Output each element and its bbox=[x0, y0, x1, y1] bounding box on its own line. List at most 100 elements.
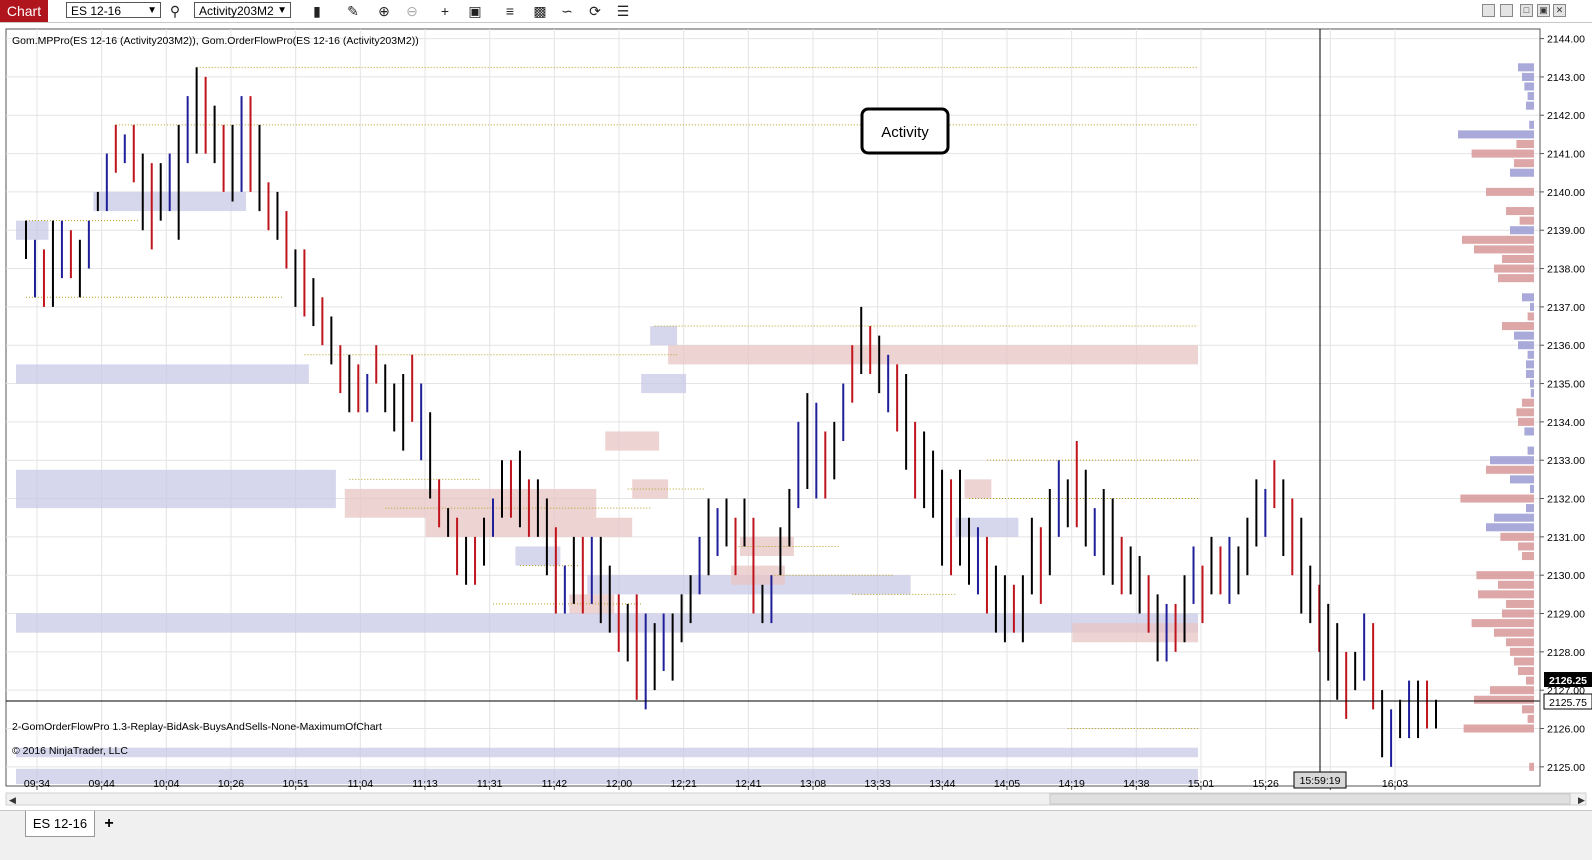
price-tick-label: 2136.00 bbox=[1547, 340, 1585, 352]
activity-annotation-label: Activity bbox=[881, 124, 929, 141]
price-tick-label: 2128.00 bbox=[1547, 647, 1585, 659]
profile-row bbox=[1474, 695, 1534, 704]
sell-zone bbox=[668, 345, 1199, 365]
sell-zone bbox=[1072, 623, 1199, 643]
time-tick-label: 11:04 bbox=[348, 778, 374, 790]
time-tick-label: 10:51 bbox=[283, 778, 309, 790]
price-tick-label: 2139.00 bbox=[1547, 225, 1585, 237]
tab-es-12-16[interactable]: ES 12-16 bbox=[25, 811, 95, 837]
restore-icon[interactable]: □ bbox=[1520, 4, 1533, 17]
profile-row bbox=[1519, 216, 1534, 225]
chart-panel[interactable]: Gom.MPPro(ES 12-16 (Activity203M2)), Gom… bbox=[0, 22, 1592, 810]
close-icon[interactable]: ✕ bbox=[1553, 4, 1566, 17]
profile-row bbox=[1529, 120, 1534, 129]
bar-type-value: Activity203M2 bbox=[199, 4, 274, 18]
price-chart[interactable]: Gom.MPPro(ES 12-16 (Activity203M2)), Gom… bbox=[0, 22, 1592, 810]
profile-row bbox=[1463, 724, 1534, 733]
zoom-in-icon[interactable]: ⊕ bbox=[375, 2, 393, 20]
profile-row bbox=[1510, 475, 1534, 484]
time-tick-label: 13:33 bbox=[865, 778, 891, 790]
profile-row bbox=[1514, 159, 1534, 168]
crosshair-icon[interactable]: + bbox=[436, 2, 454, 20]
profile-row bbox=[1510, 647, 1534, 656]
price-axis[interactable]: 2144.00 2143.00 2142.00 2141.00 2140.00 2139.… bbox=[1540, 34, 1585, 774]
time-tick-label: 13:08 bbox=[800, 778, 826, 790]
profile-row bbox=[1527, 312, 1534, 321]
price-tick-label: 2144.00 bbox=[1547, 34, 1585, 46]
profile-row bbox=[1524, 82, 1534, 91]
last-price-label: 2126.25 bbox=[1549, 675, 1587, 687]
maximize-icon[interactable]: ▣ bbox=[1537, 4, 1550, 17]
profile-row bbox=[1522, 552, 1534, 561]
profile-row bbox=[1518, 666, 1534, 676]
activity-annotation[interactable]: Activity bbox=[860, 107, 950, 155]
profile-row bbox=[1526, 369, 1534, 378]
profile-row bbox=[1471, 619, 1534, 628]
profile-row bbox=[1498, 274, 1534, 283]
profile-row bbox=[1530, 389, 1534, 398]
sell-zone bbox=[344, 488, 597, 518]
profile-row bbox=[1460, 494, 1534, 503]
price-tick-label: 2131.00 bbox=[1547, 532, 1585, 544]
time-tick-label: 12:21 bbox=[671, 778, 697, 790]
profile-row bbox=[1494, 628, 1534, 637]
list-icon[interactable]: ☰ bbox=[614, 2, 632, 20]
profile-row bbox=[1516, 408, 1534, 417]
search-icon[interactable]: ⚲ bbox=[166, 2, 184, 20]
time-tick-label: 12:00 bbox=[606, 778, 632, 790]
horizontal-scrollbar[interactable]: ◀ ▶ bbox=[5, 792, 1587, 806]
profile-row bbox=[1502, 254, 1534, 263]
price-tick-label: 2132.00 bbox=[1547, 494, 1585, 506]
minimize-icon[interactable] bbox=[1500, 4, 1513, 17]
time-tick-label: 13:44 bbox=[929, 778, 955, 790]
time-tick-label: 09:44 bbox=[89, 778, 115, 790]
profile-row bbox=[1494, 513, 1534, 522]
profile-row bbox=[1518, 542, 1534, 551]
time-tick-label: 10:26 bbox=[218, 778, 244, 790]
tile-icon[interactable] bbox=[1482, 4, 1495, 17]
profile-row bbox=[1527, 92, 1534, 101]
profile-row bbox=[1478, 590, 1534, 599]
price-tick-label: 2138.00 bbox=[1547, 264, 1585, 276]
profile-row bbox=[1500, 532, 1534, 541]
pencil-icon[interactable]: ✎ bbox=[344, 2, 362, 20]
app-title: Chart bbox=[0, 0, 48, 22]
scroll-right-icon[interactable]: ▶ bbox=[1578, 795, 1585, 805]
scroll-left-icon[interactable]: ◀ bbox=[9, 795, 16, 805]
add-tab-button[interactable]: + bbox=[98, 813, 120, 835]
data-box-icon[interactable]: ▣ bbox=[466, 2, 484, 20]
cursor-price-label: 2125.75 bbox=[1549, 697, 1587, 709]
chart-toolbar: Chart ES 12-16 ▼ ⚲ Activity203M2 ▼ ▮ ✎ ⊕ ⊖… bbox=[0, 0, 1592, 23]
price-tick-label: 2133.00 bbox=[1547, 455, 1585, 467]
bar-type-selector[interactable]: Activity203M2 ▼ bbox=[194, 2, 291, 18]
indicator-icon[interactable]: ▩ bbox=[531, 2, 549, 20]
profile-row bbox=[1486, 187, 1534, 196]
profile-row bbox=[1506, 638, 1534, 647]
profile-row bbox=[1486, 465, 1534, 474]
profile-row bbox=[1524, 427, 1534, 436]
instrument-selector[interactable]: ES 12-16 ▼ bbox=[66, 2, 161, 18]
profile-row bbox=[1486, 523, 1534, 532]
profile-row bbox=[1522, 705, 1534, 714]
profile-row bbox=[1527, 350, 1534, 359]
buy-zone bbox=[515, 546, 561, 566]
bars-icon[interactable]: ▮ bbox=[308, 2, 326, 20]
profile-row bbox=[1527, 446, 1534, 455]
strategy-icon[interactable]: ≡ bbox=[501, 2, 519, 20]
price-tick-label: 2125.00 bbox=[1547, 762, 1585, 774]
profile-row bbox=[1522, 72, 1534, 81]
buy-zone bbox=[16, 613, 1199, 633]
time-tick-label: 14:38 bbox=[1123, 778, 1149, 790]
cursor-price-marker: 2125.75 bbox=[1543, 693, 1592, 710]
time-tick-label: 11:31 bbox=[477, 778, 503, 790]
profile-row bbox=[1498, 580, 1534, 589]
reload-icon[interactable]: ⟳ bbox=[586, 2, 604, 20]
profile-row bbox=[1490, 686, 1534, 695]
scrollbar-thumb[interactable] bbox=[1049, 793, 1571, 805]
profile-row bbox=[1526, 504, 1534, 513]
zoom-out-icon[interactable]: ⊖ bbox=[403, 2, 421, 20]
profile-row bbox=[1490, 456, 1534, 465]
drawing-tool-icon[interactable]: ∽ bbox=[558, 2, 576, 20]
profile-row bbox=[1522, 293, 1534, 302]
profile-row bbox=[1527, 714, 1534, 723]
